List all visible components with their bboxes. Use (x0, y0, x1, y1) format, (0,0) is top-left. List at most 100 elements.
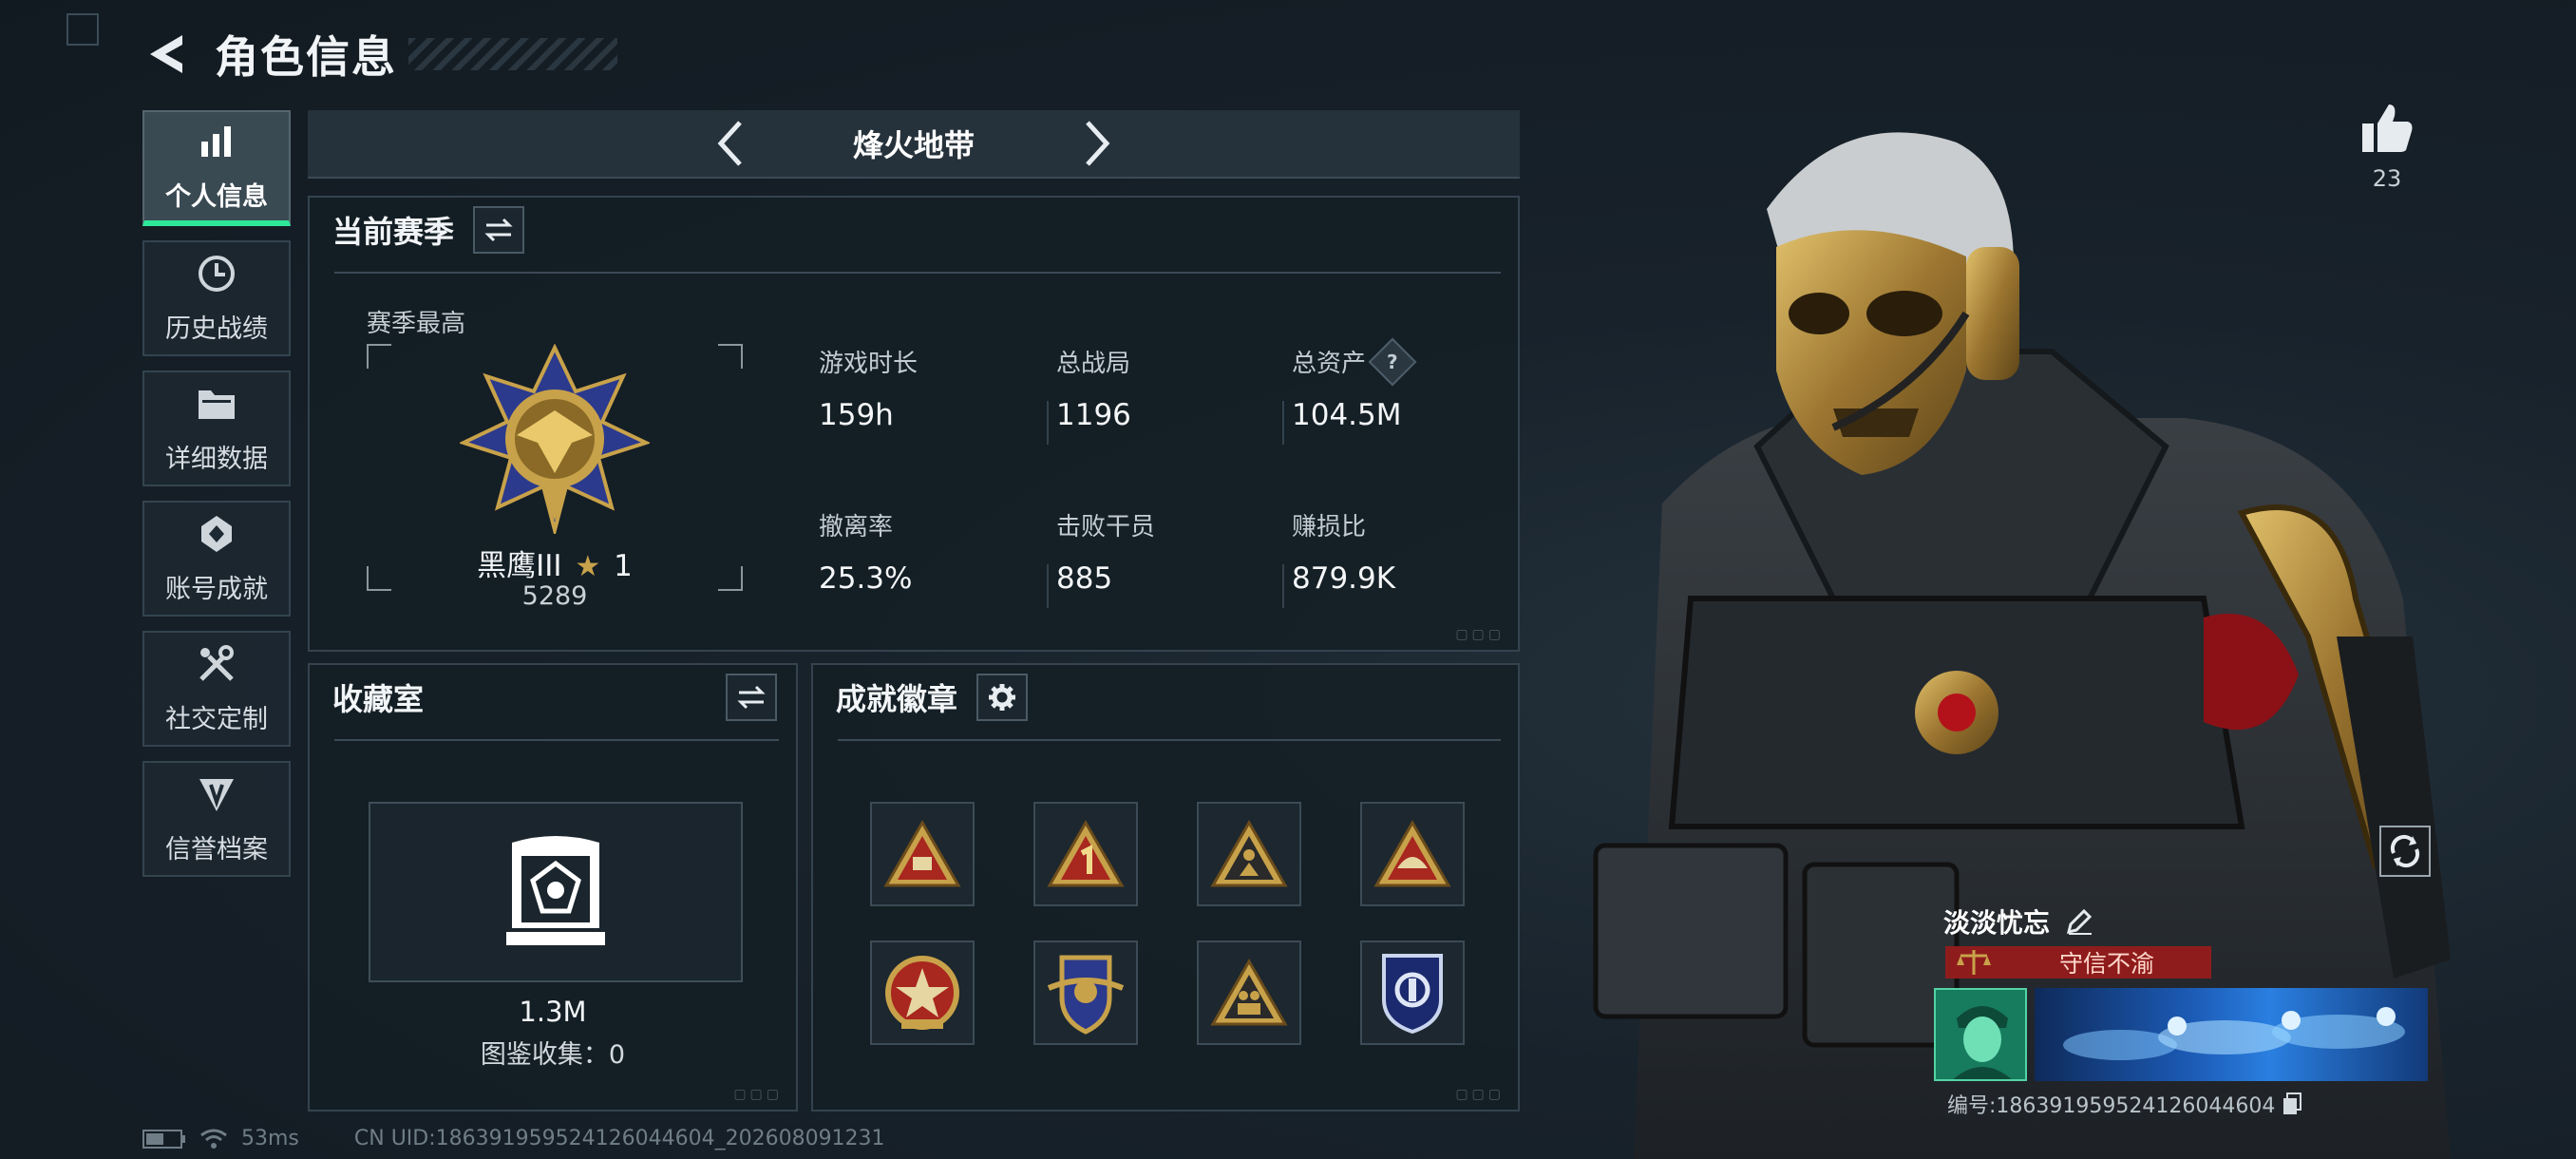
prev-mode-button[interactable] (710, 115, 748, 172)
corner-decoration: ▢▢▢ (1455, 627, 1505, 642)
stat-label: 游戏时长 (819, 350, 919, 378)
nav-item-label: 历史战绩 (165, 314, 268, 344)
nav-item-label: 详细数据 (165, 444, 268, 474)
like-button[interactable]: 23 (2354, 103, 2420, 192)
nav-item-social-custom[interactable]: 社交定制 (142, 631, 291, 747)
nav-item-history[interactable]: 历史战绩 (142, 240, 291, 356)
wifi-icon (200, 1129, 227, 1149)
player-name: 淡淡忧忘 (1943, 907, 2051, 939)
nav-item-label: 账号成就 (165, 574, 268, 604)
shield-wings-badge-icon (1047, 955, 1125, 1035)
stat-value: 159h (819, 398, 894, 432)
divider (1047, 564, 1049, 608)
achievement-badges-panel: 成就徽章 ▢▢▢ (811, 663, 1520, 1112)
avatar[interactable] (1934, 988, 2027, 1081)
rotate-model-button[interactable] (2378, 825, 2432, 878)
question-icon: ? (1387, 350, 1398, 373)
mode-name: 烽火地带 (852, 127, 975, 163)
season-title: 当前赛季 (332, 214, 455, 250)
nav-item-label: 个人信息 (165, 181, 268, 212)
credit-icon (196, 773, 237, 815)
round-star-badge-icon (885, 956, 959, 1030)
badge-slot[interactable] (1033, 940, 1138, 1045)
assets-help-button[interactable]: ? (1368, 337, 1417, 386)
nav-item-label: 信誉档案 (165, 834, 268, 864)
scales-icon (1957, 950, 1991, 975)
next-mode-button[interactable] (1079, 115, 1117, 172)
chevron-left-icon (717, 121, 742, 166)
title-tag-text: 守信不渝 (2059, 950, 2155, 978)
switch-collection-button[interactable] (726, 674, 777, 721)
divider (334, 272, 1501, 274)
folder-icon (196, 383, 237, 425)
like-count: 23 (2372, 165, 2402, 192)
battery-icon (142, 1129, 185, 1149)
divider (1282, 401, 1284, 445)
collection-count: 图鉴收集：0 (480, 1040, 626, 1070)
gear-icon (989, 684, 1016, 711)
bar-chart-icon (196, 121, 237, 162)
figures-badge-icon (1210, 958, 1288, 1026)
corner-decoration: ▢▢▢ (733, 1087, 783, 1102)
collection-panel[interactable]: 收藏室 1.3M 图鉴收集：0 ▢▢▢ (308, 663, 798, 1112)
badge-settings-button[interactable] (976, 674, 1029, 721)
edit-pencil-icon[interactable] (2065, 907, 2093, 936)
back-button[interactable] (142, 26, 190, 83)
blue-shield-badge-icon (1382, 954, 1443, 1035)
nav-item-credit-record[interactable]: 信誉档案 (142, 761, 291, 877)
collection-preview (369, 802, 743, 982)
soldier-badge-icon (1210, 819, 1288, 887)
player-id-row: 编号:18639195952412604460​4 (1947, 1089, 2302, 1119)
history-icon (196, 253, 237, 294)
stat-value: 1196 (1056, 398, 1131, 432)
badge-slot[interactable] (1197, 802, 1301, 906)
stat-operators-defeated: 击败干员 885 (1056, 507, 1265, 596)
stat-value: 104.5M (1292, 398, 1402, 432)
page-title: 角色信息 (215, 31, 397, 83)
back-arrow-icon (150, 35, 182, 73)
collection-title: 收藏室 (332, 681, 425, 717)
corner-frame-decoration (66, 13, 99, 46)
divider (838, 739, 1501, 741)
header-hatch-decoration (408, 38, 617, 70)
tools-icon (196, 643, 237, 685)
number-one-badge-icon (1047, 819, 1125, 887)
badge-slot[interactable] (1360, 802, 1465, 906)
nav-item-detail-data[interactable]: 详细数据 (142, 370, 291, 486)
status-bar: 53ms CN UID:18639195952412604460​4_20260… (142, 1127, 885, 1150)
profile-banner[interactable] (2035, 988, 2428, 1081)
stat-label: 撤离率 (819, 513, 894, 542)
rank-name: 黑鹰III (477, 549, 562, 583)
rank-name-row: 黑鹰III ★ 1 (367, 542, 743, 584)
stat-label: 总资产 (1292, 350, 1367, 378)
title-tag: 守信不渝 (1945, 946, 2211, 978)
rank-display: 黑鹰III ★ 1 5289 (367, 344, 743, 611)
star-icon: ★ (575, 550, 601, 583)
rank-emblem-icon (460, 344, 650, 534)
badge-slot[interactable] (1360, 940, 1465, 1045)
season-best-label: 赛季最高 (367, 310, 466, 338)
badge-slot[interactable] (870, 940, 975, 1045)
collection-value: 1.3M (519, 996, 587, 1028)
nav-item-label: 社交定制 (165, 704, 268, 734)
rank-stars: 1 (614, 549, 633, 583)
stat-play-time: 游戏时长 159h (819, 344, 1028, 432)
nav-item-personal-info[interactable]: 个人信息 (142, 110, 291, 226)
badge-slot[interactable] (1197, 940, 1301, 1045)
swap-icon (737, 685, 766, 710)
current-season-panel: 当前赛季 赛季最高 黑鹰III ★ 1 5289 游戏时长 159h 总战局 1… (308, 196, 1520, 652)
vault-icon (506, 836, 605, 945)
nav-item-achievements[interactable]: 账号成就 (142, 501, 291, 617)
stat-value: 885 (1056, 561, 1113, 596)
badge-slot[interactable] (870, 802, 975, 906)
copy-icon[interactable] (2282, 1092, 2302, 1115)
avatar-portrait-icon (1936, 990, 2025, 1079)
badge-slot[interactable] (1033, 802, 1138, 906)
swap-icon (484, 218, 513, 242)
switch-season-button[interactable] (473, 206, 525, 254)
player-card: 淡淡忧忘 守信不渝 编号:18639195952412604460​4 (1932, 899, 2430, 1123)
thumbs-up-icon (2362, 104, 2413, 152)
sidebar-nav: 个人信息 历史战绩 详细数据 账号成就 社交定制 信誉档案 (142, 110, 291, 891)
corner-decoration: ▢▢▢ (1455, 1087, 1505, 1102)
divider (334, 739, 779, 741)
